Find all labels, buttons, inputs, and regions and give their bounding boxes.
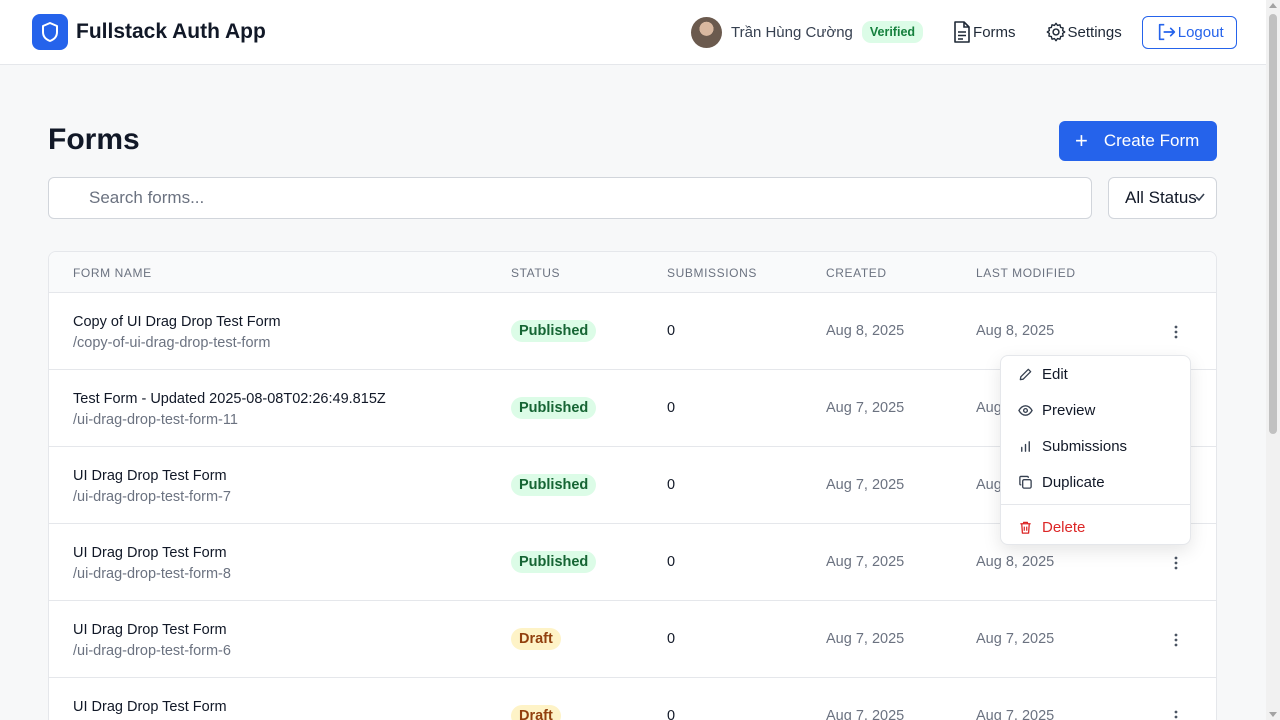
table-row[interactable]: UI Drag Drop Test Form /ui-drag-drop-tes… [49,601,1216,678]
modified-date: Aug [976,477,1002,493]
menu-item-label: Preview [1042,401,1096,419]
plus-icon: + [1075,128,1088,153]
submissions-count: 0 [667,708,676,720]
nav-settings-label: Settings [1067,23,1122,41]
status-filter-value: All Status [1125,188,1197,207]
column-header-created: CREATED [826,266,887,280]
status-badge: Published [511,551,597,573]
form-name[interactable]: UI Drag Drop Test Form [73,545,227,561]
modified-date: Aug 8, 2025 [976,323,1055,339]
bar-chart-icon [1021,440,1030,452]
column-header-last-modified: LAST MODIFIED [976,266,1076,280]
document-icon [954,21,970,43]
trash-icon [1020,521,1031,534]
nav-settings-link[interactable]: Settings [1045,21,1122,43]
column-header-status: STATUS [511,266,561,280]
search-input[interactable] [48,177,1092,219]
row-actions-menu: Edit Preview Submissions Duplicate Delet… [1000,355,1191,545]
submissions-count: 0 [667,631,676,647]
column-header-submissions: SUBMISSIONS [667,266,757,280]
copy-icon [1019,475,1032,489]
status-badge: Draft [511,628,561,650]
created-date: Aug 7, 2025 [826,400,905,416]
avatar[interactable] [691,16,722,48]
verified-badge: Verified [861,21,924,43]
modified-date: Aug 8, 2025 [976,554,1055,570]
logout-button[interactable]: Logout [1141,15,1237,49]
scroll-down-arrow-icon[interactable] [1269,712,1277,717]
menu-item-label: Duplicate [1042,473,1105,491]
page-scrollbar[interactable] [1266,0,1280,720]
form-name[interactable]: Test Form - Updated 2025-08-08T02:26:49.… [73,391,386,407]
table-header: FORM NAME STATUS SUBMISSIONS CREATED LAS… [49,252,1216,293]
created-date: Aug 8, 2025 [826,323,905,339]
submissions-count: 0 [667,554,676,570]
more-vertical-icon[interactable] [1167,323,1185,341]
menu-divider [1001,504,1190,505]
form-name[interactable]: UI Drag Drop Test Form [73,622,227,638]
brand[interactable]: Fullstack Auth App [32,14,266,50]
modified-date: Aug 7, 2025 [976,631,1055,647]
menu-item-duplicate[interactable]: Duplicate [1001,464,1190,500]
form-slug: /ui-drag-drop-test-form-6 [73,643,231,659]
app-name: Fullstack Auth App [76,20,266,43]
logout-icon [1158,23,1175,41]
create-form-label: Create Form [1103,131,1200,150]
submissions-count: 0 [667,323,676,339]
status-badge: Published [511,397,597,419]
menu-item-delete[interactable]: Delete [1001,509,1190,545]
form-slug: /ui-drag-drop-test-form-7 [73,489,231,505]
menu-item-preview[interactable]: Preview [1001,392,1190,428]
form-slug: /ui-drag-drop-test-form-8 [73,566,231,582]
menu-item-label: Delete [1042,518,1086,536]
create-form-button[interactable]: + Create Form [1059,121,1217,161]
eye-icon [1018,404,1033,416]
page-title: Forms [48,123,140,156]
status-filter-select[interactable]: All Status [1108,177,1217,219]
form-slug: /ui-drag-drop-test-form-11 [73,412,238,428]
created-date: Aug 7, 2025 [826,631,905,647]
nav-bar: Trần Hùng Cường Verified Forms Settings … [691,15,1237,49]
status-badge: Draft [511,705,561,720]
status-badge: Published [511,320,597,342]
top-navbar: Fullstack Auth App Trần Hùng Cường Verif… [0,0,1266,65]
more-vertical-icon[interactable] [1167,708,1185,720]
chevron-down-icon [1195,193,1205,202]
created-date: Aug 7, 2025 [826,708,905,720]
table-row[interactable]: UI Drag Drop Test Form Draft 0 Aug 7, 20… [49,678,1216,720]
form-name[interactable]: UI Drag Drop Test Form [73,468,227,484]
created-date: Aug 7, 2025 [826,554,905,570]
menu-item-submissions[interactable]: Submissions [1001,428,1190,464]
logout-label: Logout [1177,23,1224,41]
menu-item-label: Edit [1042,365,1068,383]
gear-icon [1046,22,1065,42]
scroll-up-arrow-icon[interactable] [1269,3,1277,8]
more-vertical-icon[interactable] [1167,554,1185,572]
modified-date: Aug [976,400,1002,416]
form-name[interactable]: UI Drag Drop Test Form [73,699,227,715]
menu-item-label: Submissions [1042,437,1128,455]
created-date: Aug 7, 2025 [826,477,905,493]
column-header-form-name: FORM NAME [73,266,152,280]
more-vertical-icon[interactable] [1167,631,1185,649]
submissions-count: 0 [667,400,676,416]
nav-forms-link[interactable]: Forms [952,20,1016,44]
user-name: Trần Hùng Cường [731,23,853,41]
pencil-icon [1019,368,1032,380]
modified-date: Aug 7, 2025 [976,708,1055,720]
shield-icon [32,14,68,50]
submissions-count: 0 [667,477,676,493]
scrollbar-thumb[interactable] [1269,14,1277,434]
menu-item-edit[interactable]: Edit [1001,356,1190,392]
status-badge: Published [511,474,597,496]
form-name[interactable]: Copy of UI Drag Drop Test Form [73,314,281,330]
nav-forms-label: Forms [973,23,1016,41]
form-slug: /copy-of-ui-drag-drop-test-form [73,335,271,351]
